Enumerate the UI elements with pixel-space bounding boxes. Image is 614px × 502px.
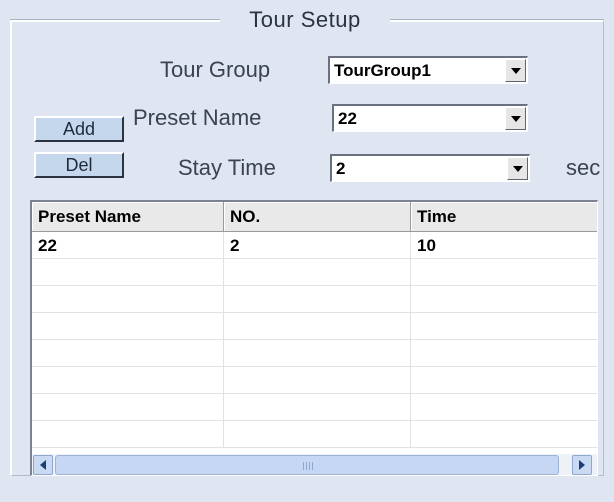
stay-time-dropdown-button[interactable] [507, 157, 528, 180]
group-box-title: Tour Setup [220, 6, 390, 34]
tour-preset-table: Preset Name NO. Time 22 2 10 [30, 200, 598, 476]
table-row-empty [32, 313, 597, 340]
stay-time-value: 2 [336, 159, 346, 178]
table-row-empty [32, 259, 597, 286]
chevron-down-icon [511, 68, 521, 74]
empty-cell [32, 286, 224, 313]
preset-name-value: 22 [338, 109, 357, 128]
chevron-down-icon [513, 166, 523, 172]
empty-cell [32, 394, 224, 421]
tour-group-select[interactable]: TourGroup1 [328, 56, 528, 84]
table-row[interactable]: 22 2 10 [32, 232, 597, 259]
table-row-empty [32, 421, 597, 448]
table-header: Preset Name NO. Time [32, 202, 597, 232]
column-header-no[interactable]: NO. [224, 202, 411, 232]
preset-name-select[interactable]: 22 [332, 104, 528, 132]
cell-time: 10 [411, 232, 597, 259]
stay-time-label: Stay Time [178, 155, 276, 180]
empty-cell [32, 313, 224, 340]
table-row-empty [32, 340, 597, 367]
arrow-left-icon [40, 460, 46, 470]
empty-cell [224, 286, 411, 313]
horizontal-scrollbar[interactable] [32, 454, 597, 475]
empty-cell [224, 340, 411, 367]
empty-cell [224, 367, 411, 394]
empty-cell [32, 259, 224, 286]
tour-group-label: Tour Group [160, 57, 271, 82]
scrollbar-grip-icon [301, 462, 315, 470]
preset-name-label: Preset Name [133, 105, 262, 130]
scroll-right-button[interactable] [572, 455, 592, 475]
empty-cell [32, 340, 224, 367]
empty-cell [224, 259, 411, 286]
empty-cell [32, 421, 224, 448]
empty-cell [224, 421, 411, 448]
stay-time-unit: sec [566, 155, 601, 180]
preset-name-dropdown-button[interactable] [505, 107, 526, 130]
column-header-preset-name[interactable]: Preset Name [32, 202, 224, 232]
add-button[interactable]: Add [34, 116, 124, 142]
stay-time-select[interactable]: 2 [330, 154, 530, 182]
table-row-empty [32, 286, 597, 313]
cell-no: 2 [224, 232, 411, 259]
table-row-empty [32, 394, 597, 421]
empty-cell [32, 367, 224, 394]
table-row-empty [32, 367, 597, 394]
arrow-right-icon [579, 460, 585, 470]
scroll-left-button[interactable] [33, 455, 53, 475]
column-header-time[interactable]: Time [411, 202, 597, 232]
tour-group-dropdown-button[interactable] [505, 59, 526, 82]
scrollbar-thumb[interactable] [55, 455, 559, 475]
empty-cell [224, 313, 411, 340]
del-button[interactable]: Del [34, 152, 124, 178]
empty-cell [224, 394, 411, 421]
chevron-down-icon [511, 116, 521, 122]
tour-group-value: TourGroup1 [334, 61, 431, 80]
cell-preset-name: 22 [32, 232, 224, 259]
